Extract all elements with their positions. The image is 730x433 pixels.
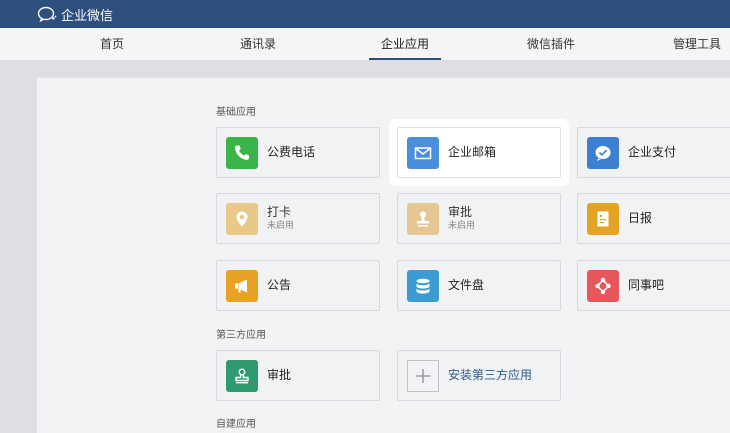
wecom-logo-icon [37,6,57,22]
app-label: 打卡 [267,204,292,219]
app-label: 企业邮箱 [448,145,497,159]
plus-icon [407,359,439,392]
app-label: 日报 [628,211,653,225]
mail-icon [407,136,439,169]
tab-home[interactable]: 首页 [100,28,124,61]
megaphone-icon [226,269,258,302]
app-tile-third-party-approval[interactable]: 审批 [216,350,380,401]
tab-enterprise-apps[interactable]: 企业应用 [369,28,441,61]
app-tile-colleague-forum[interactable]: 同事吧 [577,260,730,311]
app-label: 企业支付 [628,145,677,159]
section-title-third-party: 第三方应用 [216,330,266,341]
app-status: 未启用 [267,220,295,231]
app-tile-phone[interactable]: 公费电话 [216,127,380,178]
app-label: 公告 [267,278,292,292]
install-third-party-app-button[interactable]: 安装第三方应用 [397,350,561,401]
install-label: 安装第三方应用 [448,368,533,382]
apps-panel: 基础应用 公费电话 企业邮箱 企业支付 打卡 未启用 审批 未启用 日报 公告 … [36,77,730,433]
app-label: 公费电话 [267,145,316,159]
app-label: 审批 [267,368,292,382]
tab-wechat-plugin[interactable]: 微信插件 [527,28,575,61]
report-icon [587,202,619,235]
section-title-basic: 基础应用 [216,107,256,118]
app-label: 审批 [448,204,473,219]
main-nav: 首页 通讯录 企业应用 微信插件 管理工具 [0,28,730,61]
app-status: 未启用 [448,220,476,231]
pay-icon [587,136,619,169]
top-bar: 企业微信 [0,0,730,28]
stamp-icon [407,202,439,235]
network-icon [587,269,619,302]
database-icon [407,269,439,302]
tab-contacts[interactable]: 通讯录 [240,28,276,61]
app-tile-checkin[interactable]: 打卡 未启用 [216,193,380,244]
app-label: 同事吧 [628,278,665,292]
app-tile-pay[interactable]: 企业支付 [577,127,730,178]
tab-management-tools[interactable]: 管理工具 [673,28,721,61]
app-tile-file-drive[interactable]: 文件盘 [397,260,561,311]
content-area: 基础应用 公费电话 企业邮箱 企业支付 打卡 未启用 审批 未启用 日报 公告 … [0,61,730,433]
stamp-icon [226,359,258,392]
phone-icon [226,136,258,169]
app-tile-announcement[interactable]: 公告 [216,260,380,311]
app-tile-approval[interactable]: 审批 未启用 [397,193,561,244]
section-title-custom: 自建应用 [216,419,256,430]
location-pin-icon [226,202,258,235]
app-label: 文件盘 [448,278,485,292]
brand-name: 企业微信 [61,8,114,24]
app-tile-daily-report[interactable]: 日报 [577,193,730,244]
app-tile-mail[interactable]: 企业邮箱 [397,127,561,178]
